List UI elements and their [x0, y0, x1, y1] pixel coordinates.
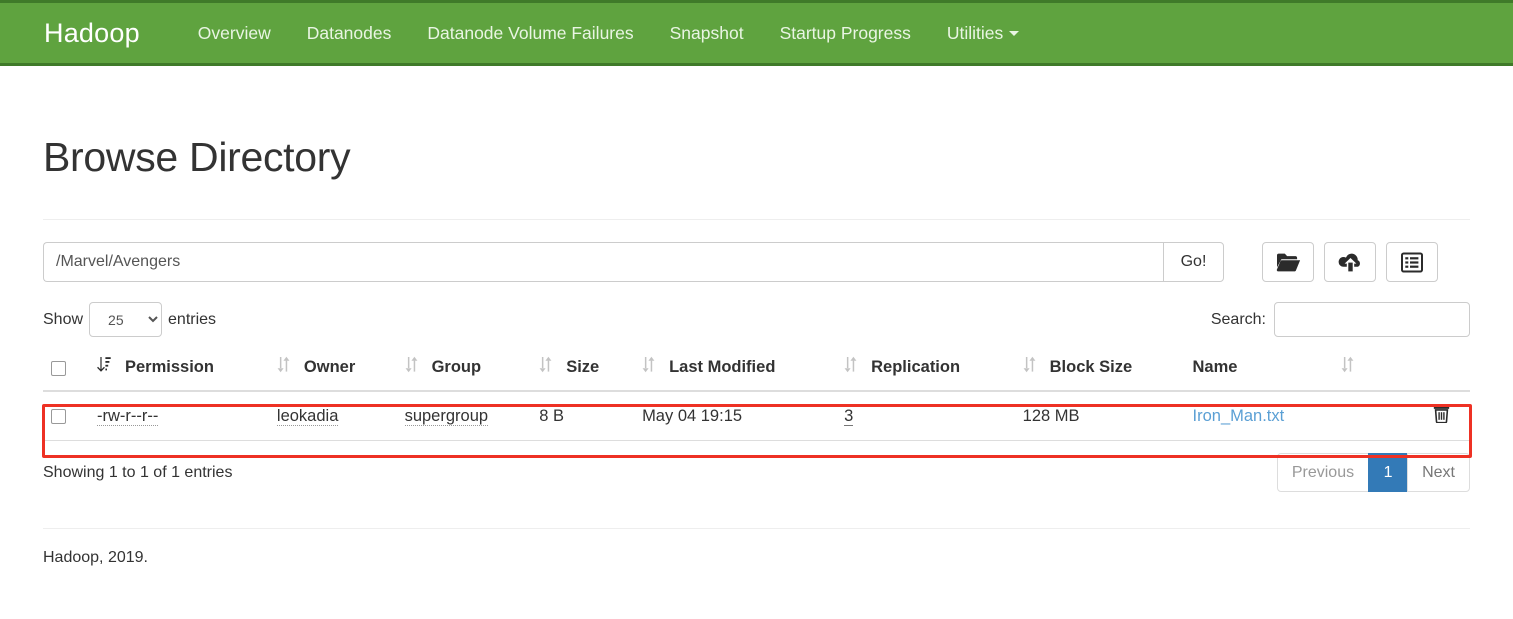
- page-title: Browse Directory: [43, 134, 351, 180]
- cell-replication[interactable]: 3: [836, 391, 1015, 441]
- cell-last-modified: May 04 19:15: [634, 391, 837, 441]
- size-value: 8 B: [539, 406, 564, 425]
- column-group-label: Group: [431, 357, 482, 376]
- select-all-checkbox[interactable]: [51, 361, 66, 377]
- table-row[interactable]: -rw-r--r-- leokadia supergroup 8 B May 0…: [43, 391, 1470, 441]
- pagination-previous[interactable]: Previous: [1276, 453, 1370, 492]
- entries-label: entries: [168, 310, 217, 328]
- brand-hadoop[interactable]: Hadoop: [44, 18, 140, 49]
- pagination-next[interactable]: Next: [1407, 453, 1470, 492]
- sort-icon: [539, 356, 552, 378]
- page-length-select[interactable]: 25 50 100: [89, 302, 163, 337]
- nav-item-datanode-volume-failures[interactable]: Datanode Volume Failures: [409, 23, 651, 44]
- nav-item-snapshot[interactable]: Snapshot: [652, 23, 762, 44]
- nav-links: Overview Datanodes Datanode Volume Failu…: [180, 23, 1038, 44]
- row-select-cell[interactable]: [43, 391, 89, 441]
- trash-icon: [1433, 404, 1450, 426]
- page-length-control: Show 25 50 100 entries: [43, 302, 216, 337]
- owner-value[interactable]: leokadia: [276, 406, 339, 426]
- column-owner-label: Owner: [303, 357, 356, 376]
- main-container: Browse Directory Go!: [0, 134, 1513, 492]
- column-group[interactable]: Group: [396, 351, 532, 392]
- cell-block-size: 128 MB: [1014, 391, 1185, 441]
- column-last-modified-label: Last Modified: [669, 357, 776, 376]
- cloud-upload-icon: [1338, 252, 1363, 273]
- pagination: Previous 1 Next: [1276, 453, 1470, 492]
- cell-size: 8 B: [531, 391, 635, 441]
- table-footer: Showing 1 to 1 of 1 entries Previous 1 N…: [43, 453, 1470, 492]
- title-divider: [43, 219, 1470, 220]
- file-name-link[interactable]: Iron_Man.txt: [1193, 407, 1285, 425]
- file-browser-table: Permission Owner Group Size Last Modifie…: [43, 351, 1470, 441]
- column-name-label: Name: [1192, 357, 1238, 376]
- path-input-group: Go!: [43, 242, 1224, 282]
- block-size-value: 128 MB: [1022, 406, 1080, 425]
- column-block-size[interactable]: Block Size: [1014, 351, 1185, 392]
- cell-name[interactable]: Iron_Man.txt: [1184, 391, 1426, 441]
- row-checkbox[interactable]: [51, 408, 66, 424]
- nav-item-utilities-label: Utilities: [946, 22, 1004, 43]
- table-body: -rw-r--r-- leokadia supergroup 8 B May 0…: [43, 391, 1470, 441]
- folder-open-icon: [1276, 252, 1301, 273]
- cell-actions[interactable]: [1425, 391, 1470, 441]
- column-actions: [1425, 351, 1470, 392]
- cell-group[interactable]: supergroup: [396, 391, 532, 441]
- cell-owner[interactable]: leokadia: [268, 391, 397, 441]
- column-last-modified[interactable]: Last Modified: [634, 351, 837, 392]
- snapshot-button[interactable]: [1386, 242, 1438, 282]
- page-footer: Hadoop, 2019.: [43, 549, 148, 566]
- replication-value[interactable]: 3: [844, 406, 854, 426]
- sort-icon: [405, 356, 418, 378]
- nav-item-utilities[interactable]: Utilities: [929, 23, 1037, 44]
- nav-item-startup-progress[interactable]: Startup Progress: [762, 23, 929, 44]
- list-alt-icon: [1401, 252, 1423, 273]
- nav-item-overview[interactable]: Overview: [180, 23, 289, 44]
- show-label: Show: [43, 310, 84, 328]
- column-block-size-label: Block Size: [1049, 357, 1133, 376]
- table-head: Permission Owner Group Size Last Modifie…: [43, 351, 1470, 392]
- sort-icon: [1023, 356, 1036, 378]
- chevron-down-icon: [1009, 31, 1020, 37]
- table-controls: Show 25 50 100 entries Search:: [43, 302, 1470, 337]
- sort-amount-desc-icon: [97, 356, 111, 378]
- column-replication-label: Replication: [871, 357, 961, 376]
- cell-permission[interactable]: -rw-r--r--: [89, 391, 269, 441]
- search-label: Search:: [1210, 310, 1266, 328]
- group-value[interactable]: supergroup: [404, 406, 489, 426]
- permission-value[interactable]: -rw-r--r--: [97, 406, 159, 426]
- last-modified-value: May 04 19:15: [642, 406, 743, 425]
- sort-icon: [844, 356, 857, 378]
- delete-file-button[interactable]: [1433, 404, 1450, 426]
- sort-icon: [1341, 356, 1354, 378]
- column-permission[interactable]: Permission: [89, 351, 269, 392]
- upload-file-button[interactable]: [1324, 242, 1376, 282]
- sort-icon: [642, 356, 655, 378]
- column-size-label: Size: [566, 357, 600, 376]
- create-directory-button[interactable]: [1262, 242, 1314, 282]
- table-header-row: Permission Owner Group Size Last Modifie…: [43, 351, 1470, 392]
- column-owner[interactable]: Owner: [268, 351, 397, 392]
- pagination-page-1[interactable]: 1: [1368, 453, 1409, 492]
- path-bar: Go!: [43, 242, 1470, 282]
- directory-path-input[interactable]: [43, 242, 1163, 282]
- path-action-buttons: [1262, 242, 1438, 282]
- top-navbar: Hadoop Overview Datanodes Datanode Volum…: [0, 0, 1513, 66]
- column-permission-label: Permission: [125, 357, 214, 376]
- sort-icon: [277, 356, 290, 378]
- column-size[interactable]: Size: [531, 351, 635, 392]
- search-control: Search:: [1211, 302, 1470, 337]
- search-input[interactable]: [1274, 302, 1470, 337]
- table-info: Showing 1 to 1 of 1 entries: [43, 463, 233, 481]
- go-button[interactable]: Go!: [1163, 242, 1224, 282]
- column-select-all[interactable]: [43, 351, 89, 392]
- column-name[interactable]: Name: [1184, 351, 1426, 392]
- column-replication[interactable]: Replication: [836, 351, 1015, 392]
- nav-item-datanodes[interactable]: Datanodes: [289, 23, 410, 44]
